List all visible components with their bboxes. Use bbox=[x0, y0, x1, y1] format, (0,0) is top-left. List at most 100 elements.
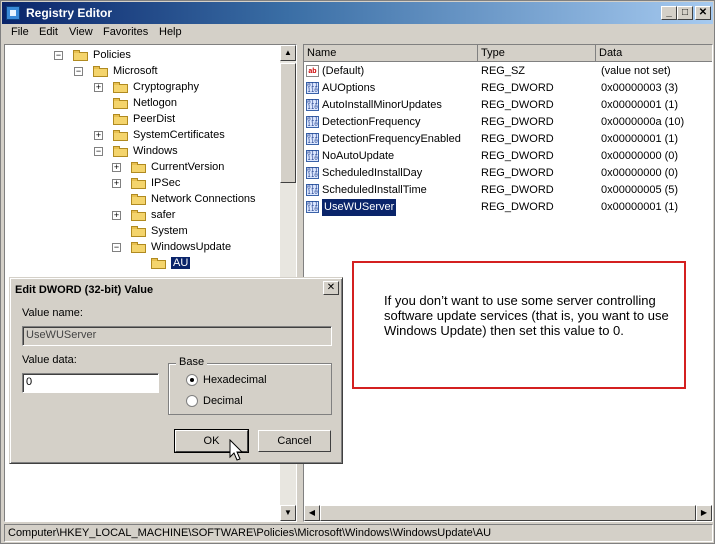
tree-item-label: Windows bbox=[133, 145, 178, 157]
tree-item[interactable]: + CurrentVersion bbox=[112, 159, 224, 175]
tree-item[interactable]: + safer bbox=[112, 207, 176, 223]
tree-item-label: SystemCertificates bbox=[133, 129, 225, 141]
expand-plus-icon[interactable]: + bbox=[94, 131, 103, 140]
menu-view[interactable]: View bbox=[69, 26, 93, 38]
value-type: REG_DWORD bbox=[481, 150, 554, 162]
tree-item[interactable]: AU bbox=[151, 255, 191, 271]
tree-item-label: IPSec bbox=[151, 177, 181, 189]
maximize-button[interactable]: □ bbox=[677, 6, 693, 20]
value-name: UseWUServer bbox=[320, 198, 398, 217]
scroll-down-arrow-icon[interactable]: ▼ bbox=[280, 505, 296, 521]
tree-item[interactable]: + IPSec bbox=[112, 175, 181, 191]
scroll-left-arrow-icon[interactable]: ◀ bbox=[304, 505, 320, 521]
table-row[interactable]: 011 110 ScheduledInstallDay REG_DWORD 0x0000… bbox=[304, 165, 696, 182]
cancel-button[interactable]: Cancel bbox=[258, 430, 331, 452]
tree-item[interactable]: Netlogon bbox=[113, 95, 177, 111]
menu-edit[interactable]: Edit bbox=[39, 26, 58, 38]
dword-value-icon: 011 110 bbox=[306, 150, 319, 162]
folder-icon bbox=[93, 65, 109, 78]
dword-value-icon: 011 110 bbox=[306, 201, 319, 213]
value-data: 0x00000000 (0) bbox=[601, 167, 679, 179]
tree-item[interactable]: − Windows bbox=[94, 143, 178, 159]
hexadecimal-radio[interactable] bbox=[186, 374, 198, 386]
value-name-field: UseWUServer bbox=[22, 326, 332, 346]
dword-value-icon: 011 110 bbox=[306, 167, 319, 179]
value-type: REG_DWORD bbox=[481, 116, 554, 128]
window-title: Registry Editor bbox=[26, 6, 113, 20]
scroll-thumb[interactable] bbox=[280, 63, 296, 183]
folder-icon bbox=[113, 81, 129, 94]
dialog-close-button[interactable]: ✕ bbox=[323, 281, 339, 295]
value-data: 0x00000000 (0) bbox=[601, 150, 679, 162]
dword-value-icon: 011 110 bbox=[306, 133, 319, 145]
title-bar[interactable]: Registry Editor _ □ ✕ bbox=[2, 2, 713, 24]
dword-value-icon: 011 110 bbox=[306, 99, 319, 111]
column-header-type[interactable]: Type bbox=[478, 45, 596, 62]
value-name: AutoInstallMinorUpdates bbox=[322, 99, 442, 111]
value-type: REG_DWORD bbox=[481, 167, 554, 179]
value-data: 0x00000001 (1) bbox=[601, 201, 679, 213]
tree-item[interactable]: + SystemCertificates bbox=[94, 127, 225, 143]
list-horizontal-scrollbar[interactable]: ◀ ▶ bbox=[304, 505, 712, 521]
decimal-radio[interactable] bbox=[186, 395, 198, 407]
tree-item-label: Cryptography bbox=[133, 81, 200, 93]
column-header-name[interactable]: Name bbox=[304, 45, 478, 62]
expand-plus-icon[interactable]: + bbox=[112, 211, 121, 220]
value-name: ScheduledInstallDay bbox=[322, 167, 423, 179]
table-row[interactable]: 011 110 AutoInstallMinorUpdates REG_DWORD 0x… bbox=[304, 97, 696, 114]
annotation-text: If you don’t want to use some server con… bbox=[384, 293, 669, 338]
table-row[interactable]: 011 110 NoAutoUpdate REG_DWORD 0x00000000 (0… bbox=[304, 148, 696, 165]
menu-bar: File Edit View Favorites Help bbox=[2, 24, 713, 42]
dword-value-icon: 011 110 bbox=[306, 116, 319, 128]
folder-icon bbox=[131, 161, 147, 174]
value-type: REG_DWORD bbox=[481, 82, 554, 94]
value-name-label: Value name: bbox=[22, 307, 83, 319]
menu-favorites[interactable]: Favorites bbox=[103, 26, 148, 38]
tree-item[interactable]: − Microsoft bbox=[74, 63, 158, 79]
menu-help[interactable]: Help bbox=[159, 26, 182, 38]
collapse-minus-icon[interactable]: − bbox=[112, 243, 121, 252]
tree-item[interactable]: System bbox=[131, 223, 188, 239]
minimize-button[interactable]: _ bbox=[661, 6, 677, 20]
folder-icon bbox=[113, 113, 129, 126]
tree-item[interactable]: − Policies bbox=[54, 47, 131, 63]
table-row[interactable]: 011 110 AUOptions REG_DWORD 0x00000003 (3) bbox=[304, 80, 696, 97]
tree-item-label: Policies bbox=[93, 49, 131, 61]
tree-item-label: safer bbox=[151, 209, 176, 221]
collapse-minus-icon[interactable]: − bbox=[74, 67, 83, 76]
folder-icon bbox=[151, 257, 167, 270]
table-row[interactable]: ab (Default) REG_SZ (value not set) bbox=[304, 63, 696, 80]
scroll-right-arrow-icon[interactable]: ▶ bbox=[696, 505, 712, 521]
folder-icon bbox=[131, 225, 147, 238]
dword-value-icon: 011 110 bbox=[306, 184, 319, 196]
decimal-label[interactable]: Decimal bbox=[203, 395, 243, 407]
folder-icon bbox=[73, 49, 89, 62]
tree-item[interactable]: + Cryptography bbox=[94, 79, 200, 95]
collapse-minus-icon[interactable]: − bbox=[94, 147, 103, 156]
tree-item[interactable]: − WindowsUpdate bbox=[112, 239, 231, 255]
value-data-label: Value data: bbox=[22, 354, 77, 366]
hexadecimal-label[interactable]: Hexadecimal bbox=[203, 374, 267, 386]
expand-plus-icon[interactable]: + bbox=[112, 163, 121, 172]
collapse-minus-icon[interactable]: − bbox=[54, 51, 63, 60]
close-button[interactable]: ✕ bbox=[695, 6, 711, 20]
expand-plus-icon[interactable]: + bbox=[94, 83, 103, 92]
registry-editor-app-icon bbox=[6, 6, 20, 20]
table-row[interactable]: 011 110 DetectionFrequencyEnabled REG_DWORD… bbox=[304, 131, 696, 148]
base-label: Base bbox=[176, 356, 208, 368]
column-header-data[interactable]: Data bbox=[596, 45, 712, 62]
tree-item[interactable]: PeerDist bbox=[113, 111, 175, 127]
menu-file[interactable]: File bbox=[11, 26, 29, 38]
value-data-input[interactable]: 0 bbox=[22, 373, 159, 393]
table-row[interactable]: 011 110 UseWUServer REG_DWORD 0x00000001 (1) bbox=[304, 198, 696, 217]
folder-icon bbox=[113, 97, 129, 110]
scroll-up-arrow-icon[interactable]: ▲ bbox=[280, 45, 296, 61]
value-type: REG_DWORD bbox=[481, 201, 554, 213]
expand-plus-icon[interactable]: + bbox=[112, 179, 121, 188]
horizontal-scroll-thumb[interactable] bbox=[320, 505, 696, 521]
tree-item[interactable]: Network Connections bbox=[131, 191, 256, 207]
value-name: ScheduledInstallTime bbox=[322, 184, 427, 196]
table-row[interactable]: 011 110 ScheduledInstallTime REG_DWORD 0x000… bbox=[304, 182, 696, 199]
dialog-title[interactable]: Edit DWORD (32-bit) Value bbox=[13, 281, 339, 299]
table-row[interactable]: 011 110 DetectionFrequency REG_DWORD 0x00000… bbox=[304, 114, 696, 131]
